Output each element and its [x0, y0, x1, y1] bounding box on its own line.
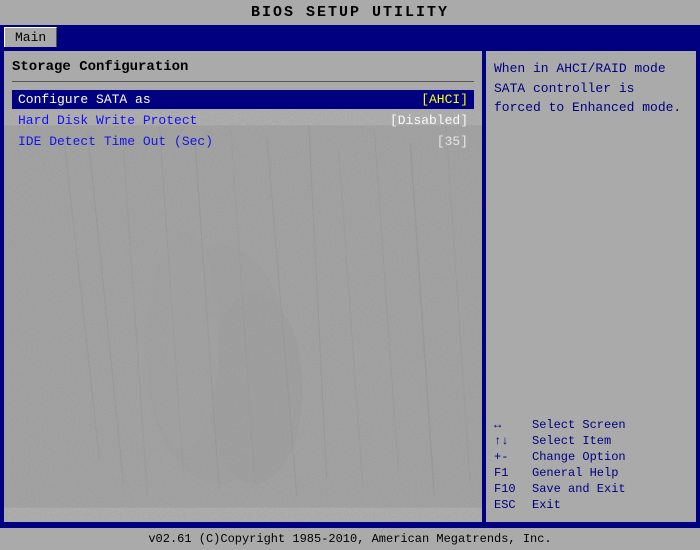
bios-screen: BIOS SETUP UTILITY Main Storage Configur…	[0, 0, 700, 550]
tab-main-label: Main	[15, 30, 46, 45]
keybind-desc-select-screen: Select Screen	[532, 418, 626, 432]
left-panel: Storage Configuration Configure SATA as …	[4, 51, 482, 522]
keybind-select-item: ↑↓ Select Item	[494, 434, 688, 448]
keybind-esc: ESC Exit	[494, 498, 688, 512]
title-bar: BIOS SETUP UTILITY	[0, 0, 700, 25]
help-text: When in AHCI/RAID mode SATA controller i…	[494, 59, 688, 410]
config-item-ide-timeout[interactable]: IDE Detect Time Out (Sec) [35]	[12, 132, 474, 151]
config-value-ide-timeout: [35]	[437, 134, 468, 149]
keybind-f1: F1 General Help	[494, 466, 688, 480]
keybind-key-f10: F10	[494, 482, 524, 496]
main-content: Storage Configuration Configure SATA as …	[0, 47, 700, 526]
keybind-key-esc: ESC	[494, 498, 524, 512]
config-label-ide-timeout: IDE Detect Time Out (Sec)	[18, 134, 213, 149]
keybind-key-arrows: ↔	[494, 418, 524, 432]
config-label-sata: Configure SATA as	[18, 92, 151, 107]
keybind-key-f1: F1	[494, 466, 524, 480]
section-title: Storage Configuration	[12, 59, 474, 75]
right-panel: When in AHCI/RAID mode SATA controller i…	[486, 51, 696, 522]
config-value-sata: [AHCI]	[421, 92, 468, 107]
config-value-write-protect: [Disabled]	[390, 113, 468, 128]
keybind-f10: F10 Save and Exit	[494, 482, 688, 496]
keybind-desc-select-item: Select Item	[532, 434, 611, 448]
bios-title: BIOS SETUP UTILITY	[251, 4, 449, 21]
keybind-key-updown: ↑↓	[494, 434, 524, 448]
keybind-key-plusminus: +-	[494, 450, 524, 464]
divider	[12, 81, 474, 82]
keybind-change-option: +- Change Option	[494, 450, 688, 464]
noise-overlay	[4, 111, 482, 522]
keybind-desc-change-option: Change Option	[532, 450, 626, 464]
footer-text: v02.61 (C)Copyright 1985-2010, American …	[148, 532, 551, 546]
keybind-desc-general-help: General Help	[532, 466, 618, 480]
config-item-write-protect[interactable]: Hard Disk Write Protect [Disabled]	[12, 111, 474, 130]
config-label-write-protect: Hard Disk Write Protect	[18, 113, 197, 128]
config-item-sata[interactable]: Configure SATA as [AHCI]	[12, 90, 474, 109]
tab-main[interactable]: Main	[4, 27, 57, 47]
keybinds: ↔ Select Screen ↑↓ Select Item +- Change…	[494, 418, 688, 514]
keybind-desc-save-exit: Save and Exit	[532, 482, 626, 496]
footer: v02.61 (C)Copyright 1985-2010, American …	[0, 526, 700, 550]
tab-bar: Main	[0, 25, 700, 47]
keybind-desc-exit: Exit	[532, 498, 561, 512]
keybind-select-screen: ↔ Select Screen	[494, 418, 688, 432]
